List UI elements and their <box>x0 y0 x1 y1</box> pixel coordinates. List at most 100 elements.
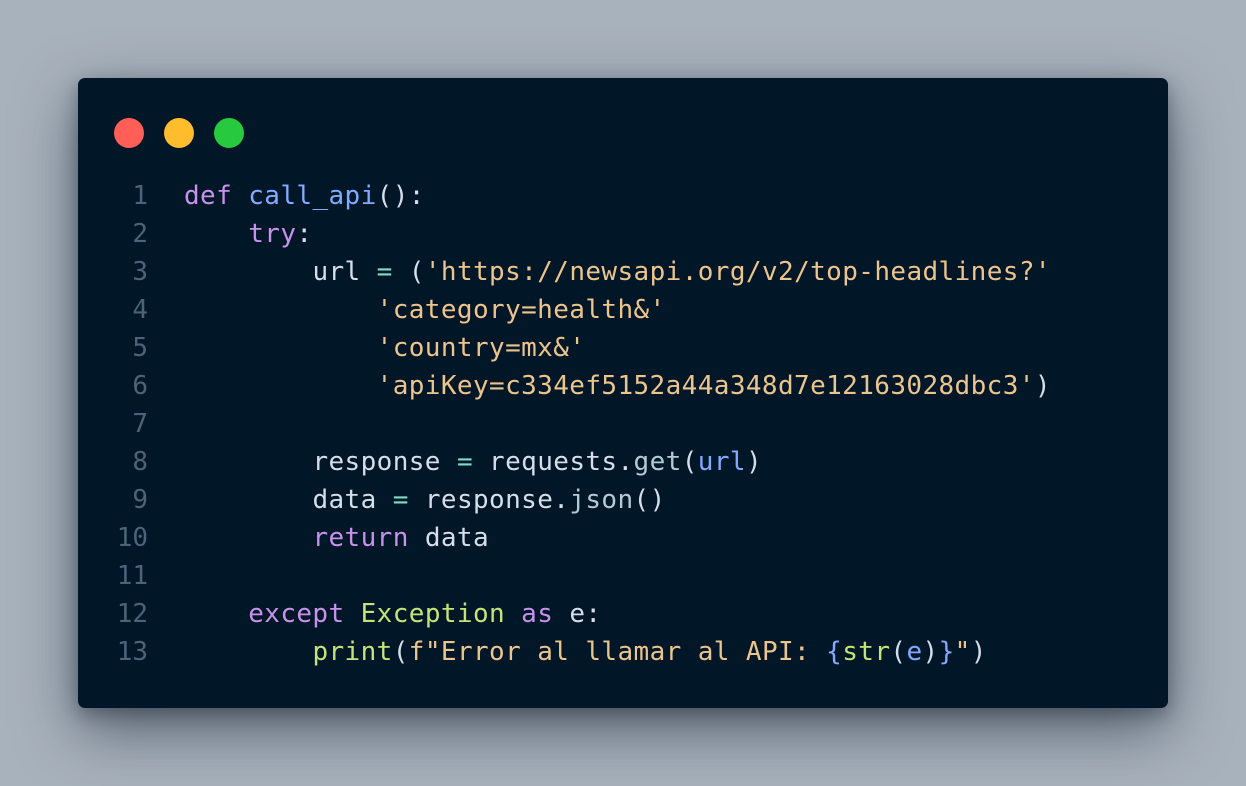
line-source: except Exception as e: <box>148 595 601 633</box>
line-source: 'category=health&' <box>148 291 666 329</box>
line-source <box>148 405 184 443</box>
punctuation: : <box>296 219 313 249</box>
punctuation: ) <box>1034 371 1051 401</box>
string: 'country=mx&' <box>376 333 586 363</box>
line-source: def call_api(): <box>148 177 425 215</box>
string: " <box>954 637 971 667</box>
line-source: 'country=mx&' <box>148 329 585 367</box>
line-number: 9 <box>132 485 148 515</box>
code-line: 8 response = requests.get(url) <box>78 443 1168 481</box>
line-number: 10 <box>116 523 148 553</box>
line-number: 3 <box>132 257 148 287</box>
line-number: 6 <box>132 371 148 401</box>
code-line: 10 return data <box>78 519 1168 557</box>
code-line: 2 try: <box>78 215 1168 253</box>
line-number: 11 <box>116 561 148 591</box>
code-line: 9 data = response.json() <box>78 481 1168 519</box>
builtin-function: str <box>842 637 891 667</box>
line-source: 'apiKey=c334ef5152a44a348d7e12163028dbc3… <box>148 367 1051 405</box>
line-number: 4 <box>132 295 148 325</box>
operator: = <box>392 485 409 515</box>
line-source: response = requests.get(url) <box>148 443 762 481</box>
code-line: 4 'category=health&' <box>78 291 1168 329</box>
function-name: call_api <box>248 181 377 211</box>
interpolation-brace: } <box>938 637 955 667</box>
keyword: return <box>312 523 409 553</box>
variable: e: <box>553 599 602 629</box>
punctuation: () <box>633 485 666 515</box>
string: 'apiKey=c334ef5152a44a348d7e12163028dbc3… <box>376 371 1035 401</box>
builtin-function: print <box>312 637 393 667</box>
code-line: 6 'apiKey=c334ef5152a44a348d7e12163028db… <box>78 367 1168 405</box>
method: json <box>569 485 634 515</box>
punctuation: ) <box>922 637 939 667</box>
line-source: url = ('https://newsapi.org/v2/top-headl… <box>148 253 1051 291</box>
close-dot-icon[interactable] <box>114 118 144 148</box>
argument: e <box>906 637 923 667</box>
line-number: 5 <box>132 333 148 363</box>
line-number: 13 <box>116 637 148 667</box>
interpolation-brace: { <box>826 637 843 667</box>
punctuation: ( <box>890 637 907 667</box>
code-window: 1 def call_api(): 2 try: 3 url = ('https… <box>78 78 1168 708</box>
object: response. <box>408 485 570 515</box>
punctuation: ) <box>970 637 987 667</box>
minimize-dot-icon[interactable] <box>164 118 194 148</box>
code-line: 11 <box>78 557 1168 595</box>
keyword: def <box>184 181 233 211</box>
variable: data <box>408 523 490 553</box>
code-line: 12 except Exception as e: <box>78 595 1168 633</box>
argument: url <box>697 447 746 477</box>
variable: url <box>312 257 361 287</box>
line-source: return data <box>148 519 489 557</box>
code-line: 13 print(f"Error al llamar al API: {str(… <box>78 633 1168 671</box>
operator: = <box>456 447 473 477</box>
code-line: 1 def call_api(): <box>78 177 1168 215</box>
line-number: 2 <box>132 219 148 249</box>
punctuation: (): <box>376 181 425 211</box>
line-source: print(f"Error al llamar al API: {str(e)}… <box>148 633 987 671</box>
line-number: 1 <box>132 181 148 211</box>
line-number: 7 <box>132 409 148 439</box>
code-line: 3 url = ('https://newsapi.org/v2/top-hea… <box>78 253 1168 291</box>
punctuation: ) <box>745 447 763 477</box>
module: requests. <box>473 447 634 477</box>
keyword: try <box>248 219 297 249</box>
string: f"Error al llamar al API: <box>408 637 827 667</box>
operator: = <box>376 257 393 287</box>
line-source <box>148 557 184 595</box>
keyword: as <box>521 599 554 629</box>
code-line: 7 <box>78 405 1168 443</box>
punctuation: ( <box>392 257 425 287</box>
string: 'category=health&' <box>376 295 666 325</box>
line-number: 8 <box>132 447 148 477</box>
line-source: data = response.json() <box>148 481 666 519</box>
line-source: try: <box>148 215 312 253</box>
line-number: 12 <box>116 599 148 629</box>
punctuation: ( <box>681 447 698 477</box>
variable: response <box>312 447 441 477</box>
keyword: except <box>248 599 345 629</box>
code-line: 5 'country=mx&' <box>78 329 1168 367</box>
method: get <box>633 447 682 477</box>
code-block: 1 def call_api(): 2 try: 3 url = ('https… <box>78 177 1168 671</box>
string: 'https://newsapi.org/v2/top-headlines?' <box>424 257 1051 287</box>
maximize-dot-icon[interactable] <box>214 118 244 148</box>
punctuation: ( <box>392 637 409 667</box>
